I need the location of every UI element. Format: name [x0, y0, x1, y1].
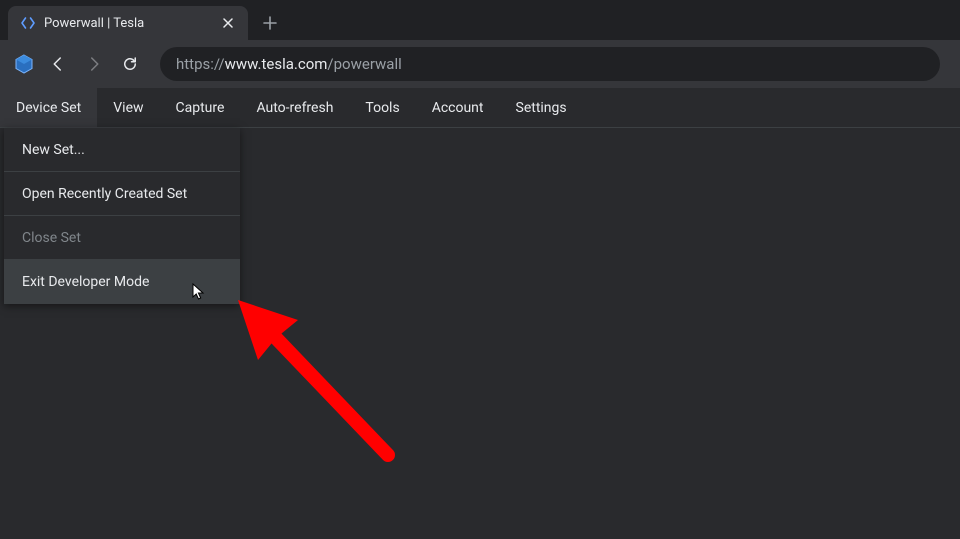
menu-capture[interactable]: Capture: [160, 88, 241, 127]
back-button[interactable]: [44, 50, 72, 78]
forward-button[interactable]: [80, 50, 108, 78]
code-icon: [20, 15, 36, 31]
dropdown-close-set: Close Set: [4, 216, 240, 260]
device-set-dropdown: New Set... Open Recently Created Set Clo…: [4, 128, 240, 304]
close-tab-icon[interactable]: [220, 15, 236, 31]
dropdown-open-recent-set[interactable]: Open Recently Created Set: [4, 172, 240, 216]
address-text: https://www.tesla.com/powerwall: [176, 55, 402, 73]
menu-view[interactable]: View: [97, 88, 159, 127]
tab-bar: Powerwall | Tesla: [0, 0, 960, 40]
new-tab-button[interactable]: [256, 9, 284, 37]
browser-toolbar: https://www.tesla.com/powerwall: [0, 40, 960, 88]
menu-tools[interactable]: Tools: [349, 88, 415, 127]
address-bar[interactable]: https://www.tesla.com/powerwall: [160, 47, 940, 81]
extension-icon[interactable]: [12, 52, 36, 76]
menu-auto-refresh[interactable]: Auto-refresh: [240, 88, 349, 127]
tab-title: Powerwall | Tesla: [44, 16, 212, 31]
reload-button[interactable]: [116, 50, 144, 78]
annotation-arrow: [228, 290, 408, 474]
app-menu-bar: Device Set View Capture Auto-refresh Too…: [0, 88, 960, 128]
cursor-icon: [192, 283, 206, 301]
menu-settings[interactable]: Settings: [500, 88, 583, 127]
browser-tab[interactable]: Powerwall | Tesla: [8, 6, 248, 40]
menu-device-set[interactable]: Device Set: [0, 88, 97, 127]
dropdown-new-set[interactable]: New Set...: [4, 128, 240, 172]
menu-account[interactable]: Account: [416, 88, 500, 127]
